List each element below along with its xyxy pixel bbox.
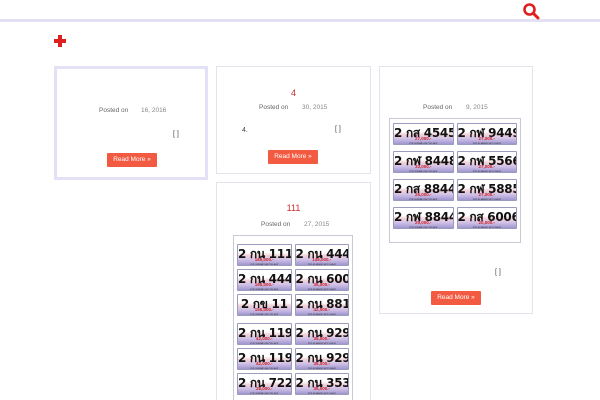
plus-icon[interactable] (53, 34, 67, 48)
plate-province: กรุงเทพมหานคร (250, 391, 279, 395)
posted-on-label: Posted on (423, 104, 453, 111)
license-plate: 2 กน 929235,000.-กรุงเทพมหานคร (294, 323, 349, 345)
read-more-button[interactable]: Read More » (107, 153, 157, 167)
license-plate: 2 กข 11 155,000.- กรุงเทพมหานคร (237, 294, 292, 316)
plate-province: กรุงเทพมหานคร (250, 287, 279, 291)
post-title[interactable]: 111 (217, 203, 370, 213)
license-plate: 2 กน 444 145,000.- กรุงเทพมหานคร (294, 244, 349, 266)
license-plate: 2 กน 881142,000.-กรุงเทพมหานคร (294, 294, 349, 316)
post-card-2: 4 Posted on 30, 2015 4. [ ] Read More » (216, 66, 371, 174)
more-link[interactable]: [ ] (173, 131, 179, 138)
plate-province: กรุงเทพมหานคร (472, 197, 501, 201)
license-plate: 2 กฬ 5885 27,000.- กรุงเทพมหานคร (456, 179, 517, 201)
post-date[interactable]: 16, 2016 (141, 107, 166, 114)
license-plate: 2 กน 722728,000.-กรุงเทพมหานคร (237, 373, 292, 395)
plate-province: กรุงเทพมหานคร (409, 141, 438, 145)
plate-province: กรุงเทพมหานคร (307, 341, 336, 345)
post-excerpt: 4. (242, 127, 248, 134)
plate-province: กรุงเทพมหานคร (307, 312, 336, 316)
license-plate: 2 กน 444 165,000.- กรุงเทพมหานคร (237, 269, 292, 291)
read-more-button[interactable]: Read More » (268, 150, 318, 164)
plate-province: กรุงเทพมหานคร (472, 141, 501, 145)
plate-province: กรุงเทพมหานคร (472, 225, 501, 229)
plate-province: กรุงเทพมหานคร (409, 197, 438, 201)
license-plate: 2 กน 600035,000.-กรุงเทพมหานคร (294, 269, 349, 291)
search-icon[interactable] (522, 2, 542, 20)
license-plate: 2 กน 929235,000.-กรุงเทพมหานคร (294, 348, 349, 370)
plate-province: กรุงเทพมหานคร (307, 391, 336, 395)
license-plate: 2 กส 4545 27,000.- กรุงเทพมหานคร (393, 123, 454, 145)
post-date[interactable]: 27, 2015 (304, 221, 329, 228)
post-card-1: Posted on 16, 2016 [ ] Read More » (54, 66, 208, 180)
license-plate: 2 กฬ 8448 33,000.- กรุงเทพมหานคร (393, 151, 454, 173)
plate-province: กรุงเทพมหานคร (307, 262, 336, 266)
plate-province: กรุงเทพมหานคร (409, 169, 438, 173)
license-plate: 2 กฬ 5566 27,000.- กรุงเทพมหานคร (456, 151, 517, 173)
plates-grid: 2 กส 4545 27,000.- กรุงเทพมหานคร 2 กฬ 9449 2… (393, 123, 517, 229)
posted-on-label: Posted on (259, 104, 289, 111)
top-header-bar (0, 0, 600, 22)
post-card-3: Posted on 9, 2015 2 กส 4545 27,000.- กรุงเ… (379, 66, 533, 314)
post-image[interactable]: 2 กน 111 165,000.- กรุงเทพมหานคร 2 กน 444 14… (233, 235, 353, 400)
posted-on-label: Posted on (99, 107, 129, 114)
license-plate: 2 กฬ 9449 27,000.- กรุงเทพมหานคร (456, 123, 517, 145)
post-date[interactable]: 9, 2015 (466, 104, 488, 111)
post-image[interactable]: 2 กส 4545 27,000.- กรุงเทพมหานคร 2 กฬ 9449 2… (389, 118, 521, 243)
more-link[interactable]: [ ] (335, 126, 341, 133)
plate-province: กรุงเทพมหานคร (307, 287, 336, 291)
plate-province: กรุงเทพมหานคร (250, 366, 279, 370)
license-plate: 2 กน 119942,000.-กรุงเทพมหานคร (237, 323, 292, 345)
plate-province: กรุงเทพมหานคร (250, 262, 279, 266)
license-plate: 2 กส 8844 26,000.- กรุงเทพมหานคร (393, 179, 454, 201)
plate-province: กรุงเทพมหานคร (307, 366, 336, 370)
posted-on-label: Posted on (261, 221, 291, 228)
read-more-button[interactable]: Read More » (431, 291, 481, 305)
more-link[interactable]: [ ] (495, 269, 501, 276)
license-plate: 2 กส 6006 20,000.- กรุงเทพมหานคร (456, 207, 517, 229)
license-plate: 2 กฬ 8844 29,000.- กรุงเทพมหานคร (393, 207, 454, 229)
plates-grid-bottom: 2 กน 119942,000.-กรุงเทพมหานคร2 กน 92923… (237, 323, 349, 395)
plate-province: กรุงเทพมหานคร (250, 312, 279, 316)
plate-province: กรุงเทพมหานคร (409, 225, 438, 229)
post-date[interactable]: 30, 2015 (302, 104, 327, 111)
post-title[interactable]: 4 (217, 88, 370, 98)
post-card-4: 111 Posted on 27, 2015 2 กน 111 165,000.-… (216, 182, 371, 400)
plate-province: กรุงเทพมหานคร (250, 341, 279, 345)
license-plate: 2 กน 119942,000.-กรุงเทพมหานคร (237, 348, 292, 370)
license-plate: 2 กน 111 165,000.- กรุงเทพมหานคร (237, 244, 292, 266)
plate-province: กรุงเทพมหานคร (472, 169, 501, 173)
plates-grid-top: 2 กน 111 165,000.- กรุงเทพมหานคร 2 กน 444 14… (237, 244, 349, 316)
license-plate: 2 กน 353535,000.-กรุงเทพมหานคร (294, 373, 349, 395)
